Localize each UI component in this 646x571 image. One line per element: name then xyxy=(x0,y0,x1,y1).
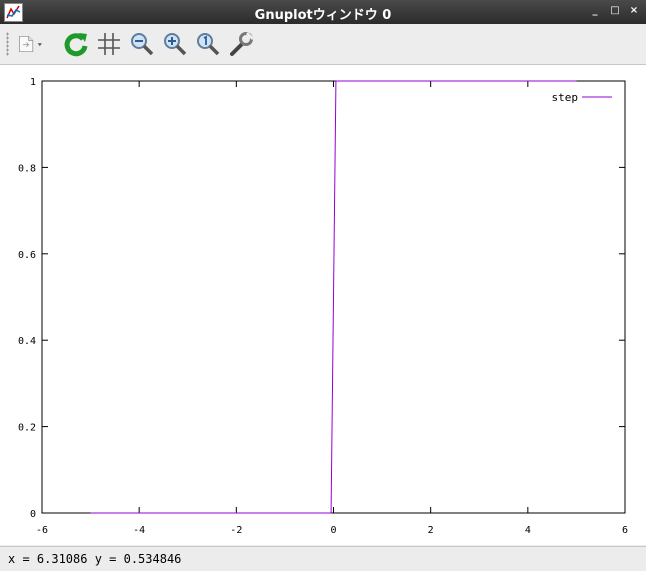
title-bar[interactable]: Gnuplotウィンドウ 0 _ □ × xyxy=(0,0,646,24)
window-title: Gnuplotウィンドウ 0 xyxy=(254,8,392,23)
zoom-in-icon xyxy=(164,33,187,56)
x-tick-label: -6 xyxy=(36,525,48,536)
y-tick-label: 0 xyxy=(30,509,36,520)
cursor-coordinates: x = 6.31086 y = 0.534846 xyxy=(8,552,182,566)
refresh-icon xyxy=(64,33,88,57)
zoom-in-button[interactable] xyxy=(161,30,189,58)
x-tick-label: 4 xyxy=(525,525,531,536)
replot-button[interactable] xyxy=(62,30,90,58)
step-chart[interactable]: -6 -4 -2 0 2 4 6 0 0.2 0.4 0.6 0.8 1 step xyxy=(0,65,646,545)
grid-button[interactable] xyxy=(95,30,123,58)
toolbar-grip[interactable] xyxy=(6,32,9,56)
status-bar: x = 6.31086 y = 0.534846 xyxy=(0,546,646,571)
settings-button[interactable] xyxy=(227,30,255,58)
series-line-step xyxy=(90,80,577,514)
grid-icon xyxy=(98,33,120,55)
export-document-icon xyxy=(19,35,42,53)
toolbar xyxy=(0,24,646,65)
maximize-button[interactable]: □ xyxy=(608,4,622,18)
zoom-reset-icon xyxy=(197,33,220,56)
y-tick-label: 0.2 xyxy=(18,423,36,434)
close-button[interactable]: × xyxy=(627,4,641,18)
x-tick-label: 0 xyxy=(330,525,336,536)
x-tick-label: -4 xyxy=(133,525,145,536)
x-tick-label: 2 xyxy=(428,525,434,536)
x-tick-label: 6 xyxy=(622,525,628,536)
plot-canvas[interactable]: -6 -4 -2 0 2 4 6 0 0.2 0.4 0.6 0.8 1 step xyxy=(0,65,646,545)
y-tick-label: 1 xyxy=(30,77,36,88)
y-tick-label: 0.6 xyxy=(18,250,36,261)
zoom-out-button[interactable] xyxy=(128,30,156,58)
legend-label: step xyxy=(552,91,579,104)
zoom-out-icon xyxy=(131,33,154,56)
y-tick-label: 0.4 xyxy=(18,336,36,347)
export-button[interactable] xyxy=(16,30,56,58)
zoom-reset-button[interactable] xyxy=(194,30,222,58)
wrench-icon xyxy=(230,31,255,56)
minimize-button[interactable]: _ xyxy=(588,4,602,18)
x-tick-label: -2 xyxy=(230,525,242,536)
y-tick-label: 0.8 xyxy=(18,163,36,174)
